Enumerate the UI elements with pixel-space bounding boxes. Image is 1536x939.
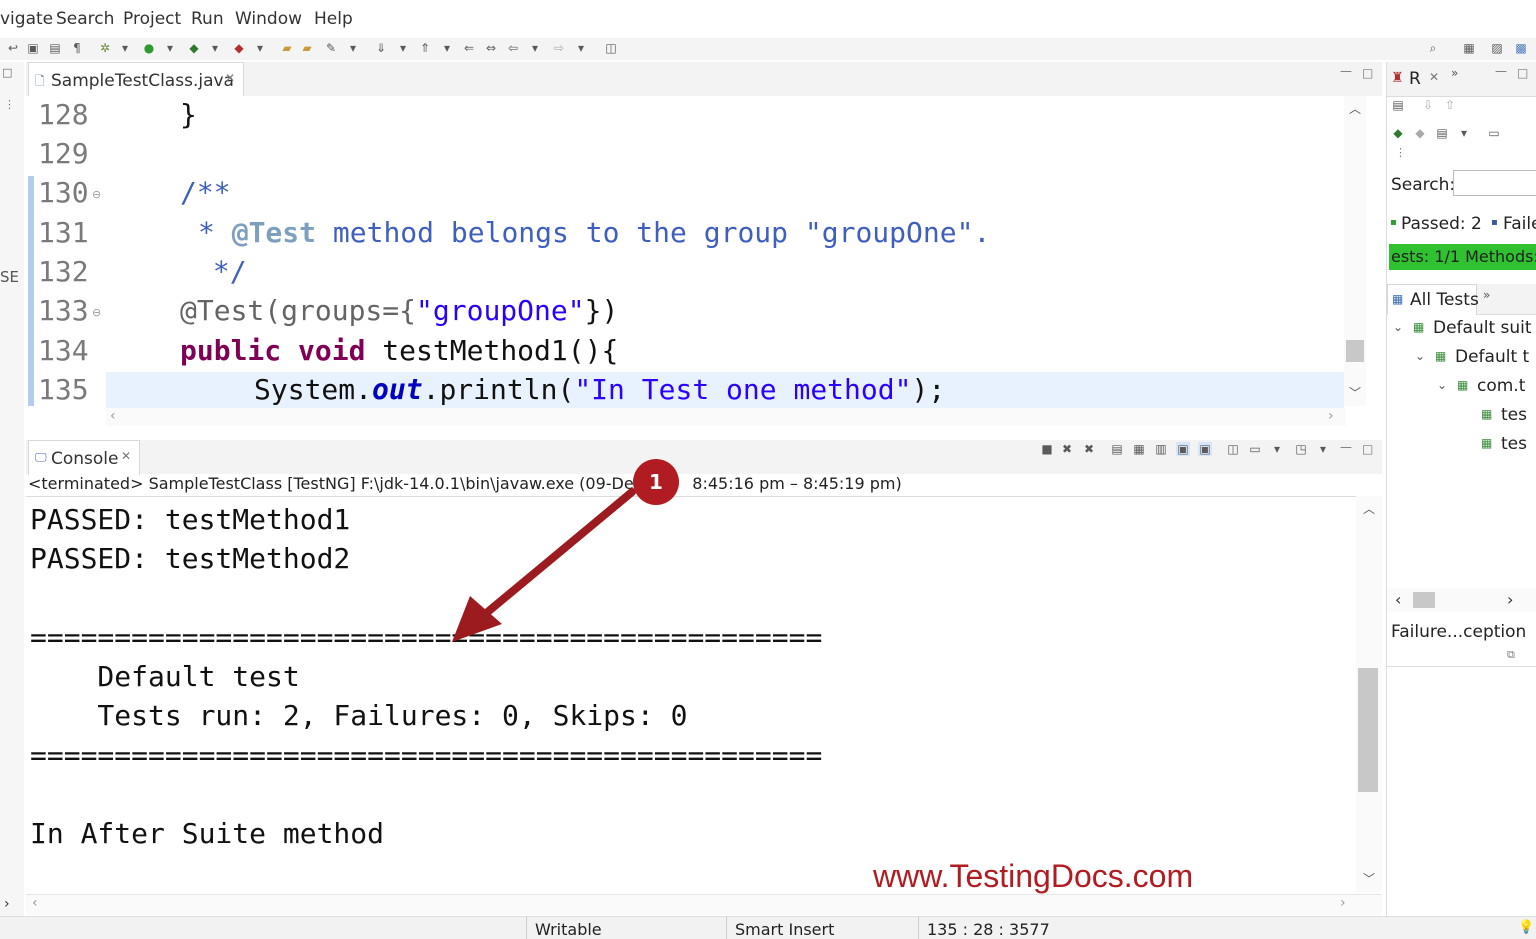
watermark-text: www.TestingDocs.com [873,858,1194,894]
callout-number-badge: 1 [633,459,679,505]
annotation-arrow [452,488,636,642]
